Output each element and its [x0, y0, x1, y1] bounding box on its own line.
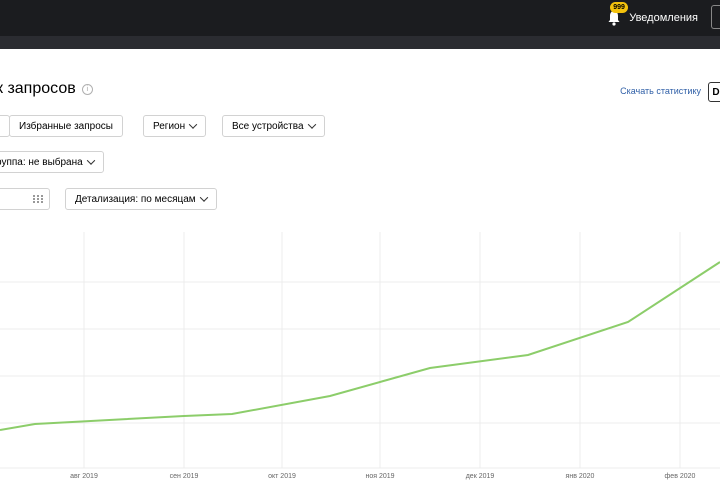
x-tick-label: дек 2019: [466, 473, 495, 480]
sub-bar: [0, 36, 720, 49]
page-title-text: к запросов: [0, 80, 76, 97]
x-tick-label: авг 2019: [70, 473, 98, 480]
chevron-down-icon: [86, 156, 95, 165]
devices-label: Все устройства: [232, 120, 304, 132]
line-chart: авг 2019 сен 2019 окт 2019 ноя 2019 дек 2019…: [0, 232, 720, 480]
x-tick-label: сен 2019: [170, 473, 199, 480]
notifications-label[interactable]: Уведомления: [629, 12, 698, 24]
calendar-icon[interactable]: [33, 195, 43, 203]
x-tick-label: окт 2019: [268, 473, 296, 480]
devices-dropdown[interactable]: Все устройства: [222, 115, 325, 137]
x-tick-label: янв 2020: [566, 473, 595, 480]
download-button[interactable]: D: [708, 82, 720, 102]
favorites-button[interactable]: Избранные запросы: [9, 115, 123, 137]
favorites-label: Избранные запросы: [19, 120, 113, 132]
header-corner-button[interactable]: [711, 5, 720, 29]
x-tick-label: фев 2020: [665, 473, 696, 480]
region-dropdown[interactable]: Регион: [143, 115, 207, 137]
top-bar: 999 Уведомления: [0, 0, 720, 36]
detail-dropdown[interactable]: Детализация: по месяцам: [65, 188, 217, 210]
x-tick-label: ноя 2019: [365, 473, 394, 480]
notification-badge: 999: [610, 2, 628, 13]
group-label: руппа: не выбрана: [0, 156, 83, 168]
date-range-input[interactable]: [0, 188, 50, 210]
page-title: к запросов i: [0, 80, 93, 98]
bell-icon[interactable]: 999: [607, 2, 628, 26]
info-icon[interactable]: i: [81, 83, 93, 95]
chevron-down-icon: [188, 120, 198, 129]
download-stats-link[interactable]: Скачать статистику: [620, 86, 701, 96]
group-dropdown[interactable]: руппа: не выбрана: [0, 151, 104, 173]
detail-label: Детализация: по месяцам: [75, 193, 196, 205]
series-line: [0, 261, 720, 431]
chevron-down-icon: [307, 120, 316, 129]
notifications[interactable]: 999 Уведомления: [607, 2, 698, 29]
chevron-down-icon: [199, 193, 208, 202]
region-label: Регион: [153, 120, 186, 132]
